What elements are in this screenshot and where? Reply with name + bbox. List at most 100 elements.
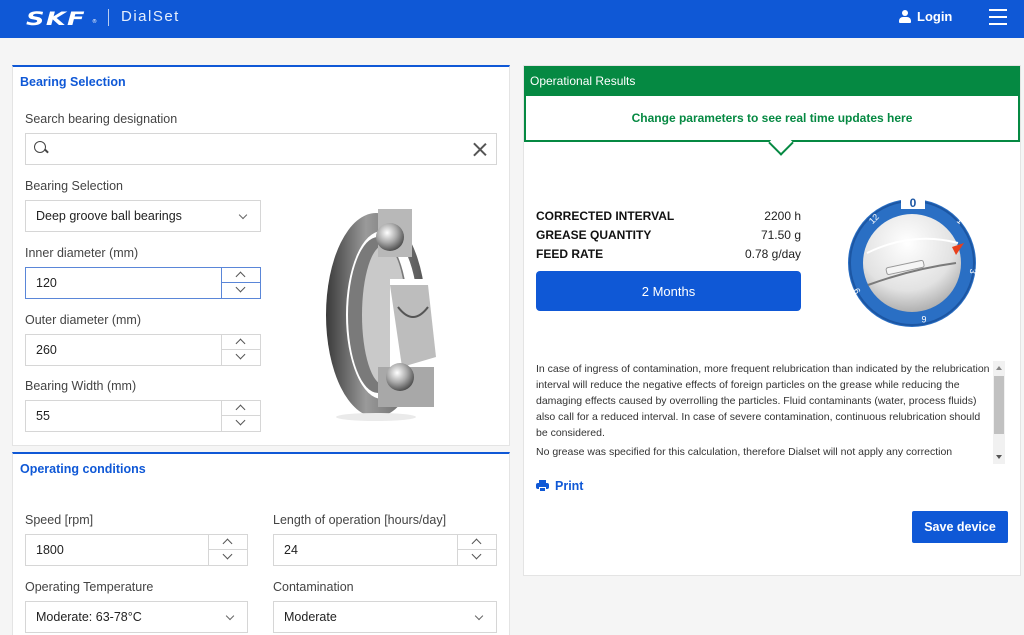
top-bar: SKF ® DialSet Login xyxy=(0,0,1024,38)
length-value: 24 xyxy=(284,543,298,557)
inner-diameter-input[interactable]: 120 xyxy=(25,267,261,299)
length-stepper xyxy=(457,535,496,565)
chevron-down-icon xyxy=(235,415,246,426)
length-input[interactable]: 24 xyxy=(273,534,497,566)
chevron-down-icon xyxy=(235,349,246,360)
chevron-up-icon xyxy=(235,404,246,415)
chevron-down-icon xyxy=(471,549,482,560)
bearing-width-value: 55 xyxy=(36,409,50,423)
print-label: Print xyxy=(555,479,584,493)
speed-value: 1800 xyxy=(36,543,64,557)
metric-grease-quantity: GREASE QUANTITY 71.50 g xyxy=(536,228,801,246)
bearing-search-input[interactable] xyxy=(25,133,497,165)
bearing-width-label: Bearing Width (mm) xyxy=(25,379,137,393)
inner-diameter-label: Inner diameter (mm) xyxy=(25,246,139,260)
bearing-width-input[interactable]: 55 xyxy=(25,400,261,432)
note-scrollbar[interactable] xyxy=(993,361,1005,464)
decrement-button[interactable] xyxy=(458,549,496,565)
increment-button[interactable] xyxy=(222,401,260,416)
note-paragraph: In case of ingress of contamination, mor… xyxy=(536,363,990,439)
operational-results-card: Operational Results Change parameters to… xyxy=(523,65,1021,576)
bearing-selection-card: Bearing Selection Search bearing designa… xyxy=(12,65,510,446)
logo-divider xyxy=(108,9,109,26)
bearing-type-select[interactable]: Deep groove ball bearings xyxy=(25,200,261,232)
menu-button[interactable] xyxy=(989,9,1007,25)
dialset-dial: 0 1 3 6 9 12 xyxy=(848,196,976,327)
outer-diameter-label: Outer diameter (mm) xyxy=(25,313,141,327)
chevron-down-icon xyxy=(222,549,233,560)
temperature-label: Operating Temperature xyxy=(25,580,154,594)
outer-diameter-stepper xyxy=(221,335,260,365)
inner-diameter-value: 120 xyxy=(36,276,57,290)
outer-diameter-value: 260 xyxy=(36,343,57,357)
print-link[interactable]: Print xyxy=(536,479,583,493)
clear-search-icon[interactable] xyxy=(472,141,488,157)
interval-months-button[interactable]: 2 Months xyxy=(536,271,801,311)
metric-value: 2200 h xyxy=(764,209,801,223)
speed-input[interactable]: 1800 xyxy=(25,534,248,566)
scroll-up-icon[interactable] xyxy=(996,366,1002,370)
bearing-selection-title: Bearing Selection xyxy=(20,75,126,89)
chevron-up-icon xyxy=(235,338,246,349)
length-label: Length of operation [hours/day] xyxy=(273,513,447,527)
deep-groove-ball-bearing-image xyxy=(326,209,436,421)
scroll-thumb[interactable] xyxy=(994,376,1004,434)
results-message: Change parameters to see real time updat… xyxy=(524,96,1020,142)
dial-label-3: 3 xyxy=(968,268,976,274)
login-label: Login xyxy=(917,9,953,24)
inner-diameter-stepper xyxy=(221,268,260,298)
note-paragraph: No grease was specified for this calcula… xyxy=(536,446,953,458)
printer-paper xyxy=(539,487,546,492)
operational-results-title: Operational Results xyxy=(524,66,1020,96)
metric-value: 71.50 g xyxy=(760,228,801,242)
dial-label-0: 0 xyxy=(910,196,917,210)
decrement-button[interactable] xyxy=(222,415,260,431)
app-name: DialSet xyxy=(121,8,180,25)
printer-icon xyxy=(536,480,549,492)
chevron-down-icon xyxy=(235,282,246,293)
registered-mark: ® xyxy=(92,19,97,25)
temperature-value: Moderate: 63-78°C xyxy=(36,610,142,624)
decrement-button[interactable] xyxy=(209,549,247,565)
chevron-up-icon xyxy=(235,271,246,282)
relubrication-note: In case of ingress of contamination, mor… xyxy=(536,361,994,464)
contamination-value: Moderate xyxy=(284,610,337,624)
metric-label: CORRECTED INTERVAL xyxy=(536,209,675,223)
decrement-button[interactable] xyxy=(222,349,260,365)
increment-button[interactable] xyxy=(458,535,496,550)
operating-conditions-card: Operating conditions Speed [rpm] 1800 Le… xyxy=(12,452,510,635)
login-button[interactable]: Login xyxy=(899,9,952,24)
hamburger-line xyxy=(989,16,1007,18)
operating-conditions-title: Operating conditions xyxy=(20,462,146,476)
chevron-down-icon xyxy=(225,611,235,621)
dial-label-6: 6 xyxy=(921,314,926,324)
skf-logo[interactable]: SKF xyxy=(26,8,86,30)
scroll-down-icon[interactable] xyxy=(996,455,1002,459)
temperature-select[interactable]: Moderate: 63-78°C xyxy=(25,601,248,633)
outer-diameter-input[interactable]: 260 xyxy=(25,334,261,366)
contamination-label: Contamination xyxy=(273,580,354,594)
save-device-button[interactable]: Save device xyxy=(912,511,1008,543)
increment-button[interactable] xyxy=(222,335,260,350)
decrement-button[interactable] xyxy=(222,282,260,298)
increment-button[interactable] xyxy=(209,535,247,550)
metric-feed-rate: FEED RATE 0.78 g/day xyxy=(536,247,801,265)
hamburger-menu-icon xyxy=(989,9,1007,11)
metric-value: 0.78 g/day xyxy=(744,247,801,261)
chevron-up-icon xyxy=(471,538,482,549)
contamination-select[interactable]: Moderate xyxy=(273,601,497,633)
user-icon xyxy=(899,10,911,23)
chevron-down-icon xyxy=(474,611,484,621)
chevron-down-icon xyxy=(238,210,248,220)
chevron-up-icon xyxy=(222,538,233,549)
hamburger-line xyxy=(989,23,1007,25)
speed-stepper xyxy=(208,535,247,565)
bearing-type-label: Bearing Selection xyxy=(25,179,123,193)
speed-label: Speed [rpm] xyxy=(25,513,94,527)
search-label: Search bearing designation xyxy=(25,112,178,126)
search-icon xyxy=(34,141,48,155)
metric-label: GREASE QUANTITY xyxy=(536,228,652,242)
metric-label: FEED RATE xyxy=(536,247,604,261)
increment-button[interactable] xyxy=(222,268,260,283)
bearing-type-value: Deep groove ball bearings xyxy=(36,209,182,223)
